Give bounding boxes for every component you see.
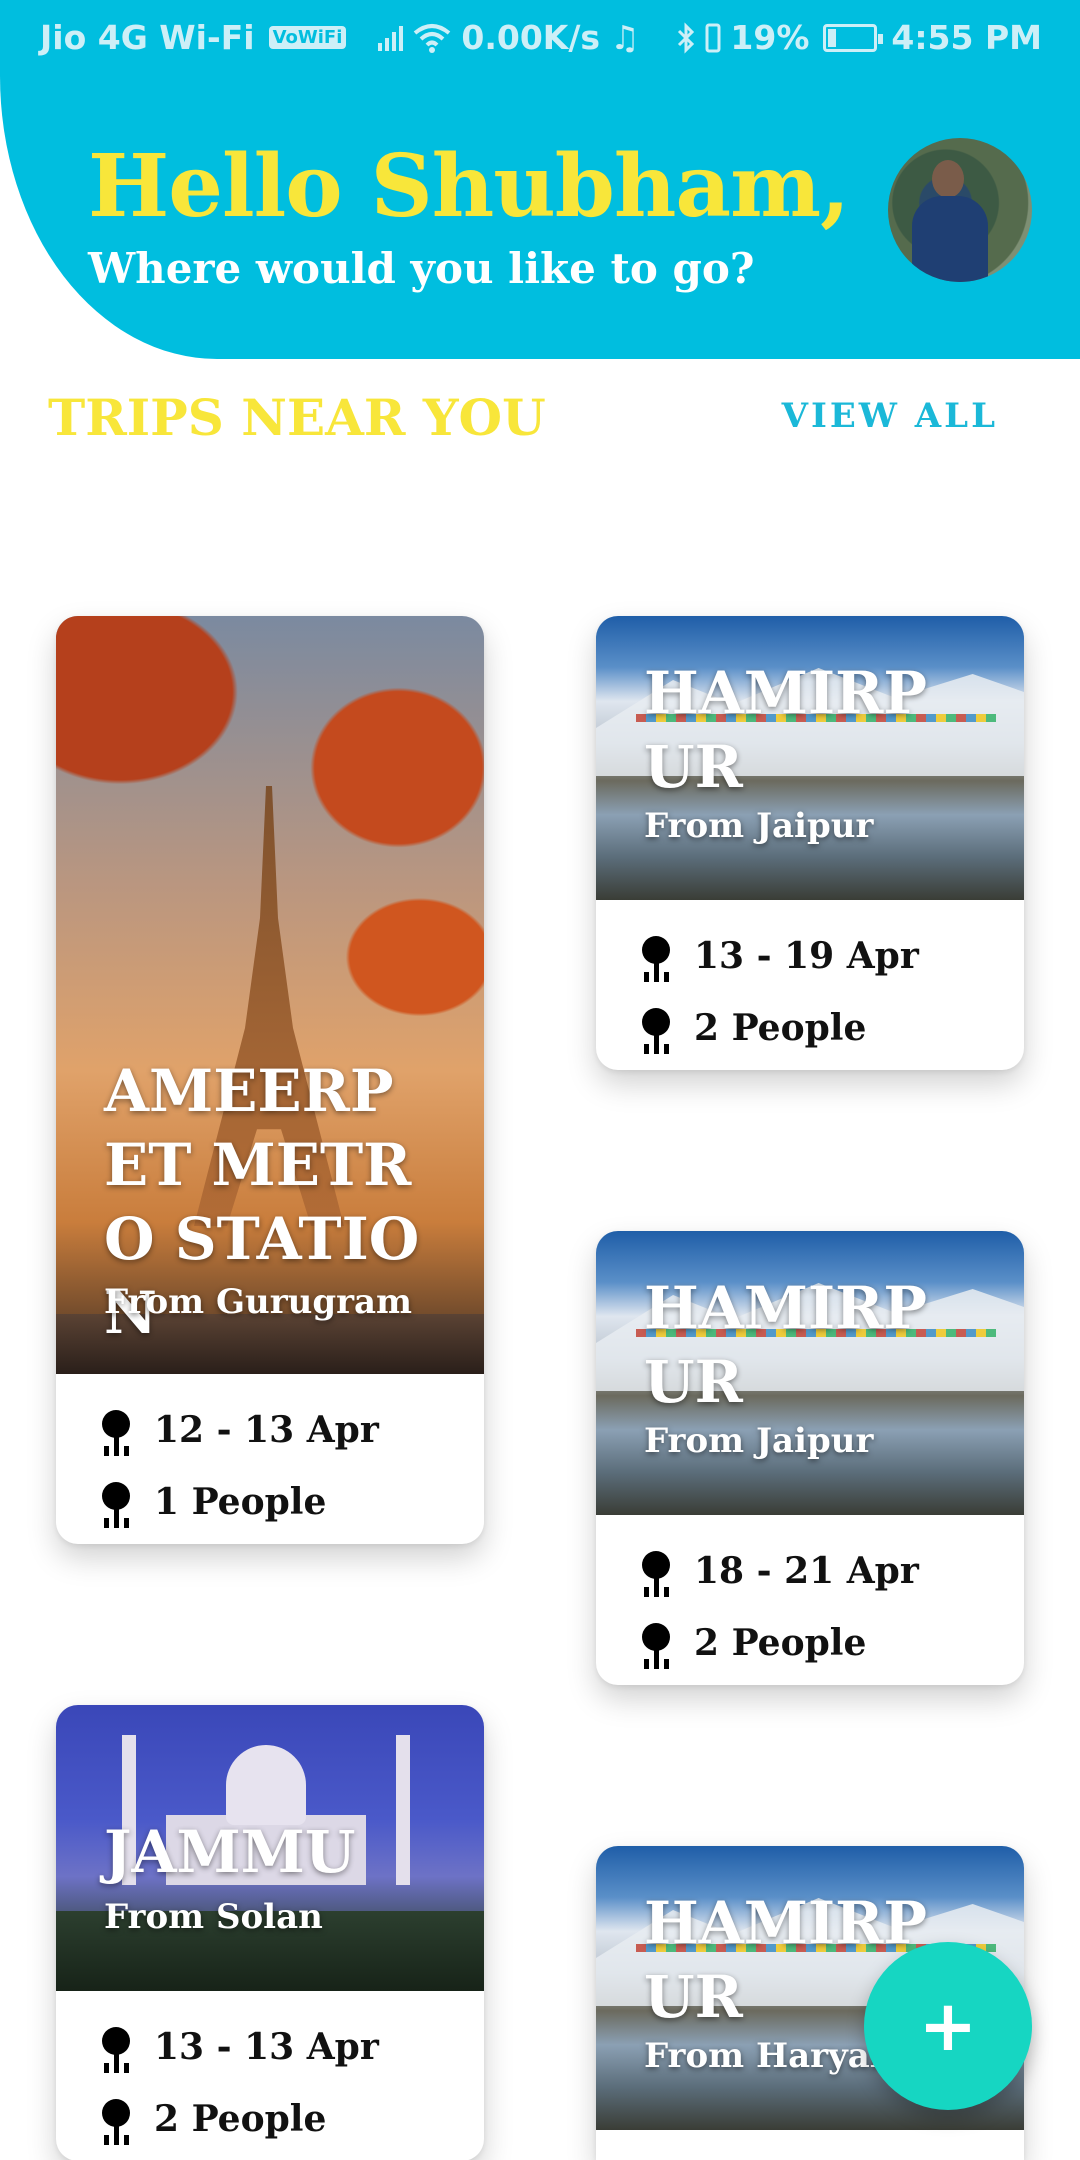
clock: 4:55 PM — [891, 18, 1042, 57]
trip-title: JAMMU — [104, 1818, 356, 1886]
trip-details: 12 - 13 Apr 1 People — [56, 1374, 484, 1544]
location-pin-icon — [640, 1623, 672, 1663]
trip-details: 18 - 21 Apr 2 People — [596, 1515, 1024, 1685]
trip-origin: From Solan — [104, 1897, 323, 1937]
trip-origin: From Jaipur — [644, 1421, 874, 1461]
add-trip-button[interactable]: + — [864, 1942, 1032, 2110]
location-pin-icon — [640, 1008, 672, 1048]
trip-people: 2 People — [694, 1622, 867, 1664]
trip-title: HAMIRPUR — [644, 659, 927, 801]
trip-image: HAMIRPUR From Jaipur — [596, 1231, 1024, 1515]
trip-details: 13 - 13 Apr 2 People — [56, 1991, 484, 2160]
trip-card[interactable]: HAMIRPUR From Jaipur 13 - 19 Apr 2 Peopl… — [596, 616, 1024, 1070]
trip-origin: From Gurugram — [104, 1282, 413, 1322]
trip-people-row: 2 People — [640, 992, 1024, 1064]
trip-dates-row: 18 - 21 Apr — [640, 1535, 1024, 1607]
header: Hello Shubham, Where would you like to g… — [0, 76, 1080, 359]
greeting-title: Hello Shubham, — [88, 136, 850, 237]
trip-dates: 13 - 19 Apr — [694, 935, 919, 977]
greeting-subtitle: Where would you like to go? — [88, 244, 755, 293]
trip-dates-row: 13 - 13 Apr — [100, 2011, 484, 2083]
trip-image: HAMIRPUR From Jaipur — [596, 616, 1024, 900]
location-pin-icon — [100, 2027, 132, 2067]
vowifi-badge: VoWiFi — [268, 26, 347, 49]
trip-dates: 13 - 13 Apr — [154, 2026, 379, 2068]
network-speed: 0.00K/s — [461, 18, 601, 57]
trip-card[interactable]: HAMIRPUR From Jaipur 18 - 21 Apr 2 Peopl… — [596, 1231, 1024, 1685]
trip-card[interactable]: JAMMU From Solan 13 - 13 Apr 2 People — [56, 1705, 484, 2160]
trip-dates: 12 - 13 Apr — [154, 1409, 379, 1451]
plus-icon: + — [918, 1985, 978, 2067]
signal-icon — [378, 25, 404, 51]
battery-percent: 19% — [730, 18, 810, 57]
trip-people-row: 1 People — [100, 1466, 484, 1538]
trip-people: 2 People — [694, 1007, 867, 1049]
status-left: Jio 4G Wi-Fi VoWiFi 0.00K/s ♫ — [40, 18, 640, 57]
view-all-link[interactable]: VIEW ALL — [782, 396, 998, 436]
trip-image: AMEERPET METRO STATION From Gurugram — [56, 616, 484, 1374]
location-pin-icon — [100, 2099, 132, 2139]
trip-details: 13 - 19 Apr 2 People — [596, 900, 1024, 1070]
status-right: 19% 4:55 PM — [676, 18, 1042, 57]
location-pin-icon — [640, 1551, 672, 1591]
trip-card[interactable]: AMEERPET METRO STATION From Gurugram 12 … — [56, 616, 484, 1544]
trip-title: HAMIRPUR — [644, 1274, 927, 1416]
trip-dates: 18 - 21 Apr — [694, 1550, 919, 1592]
trip-people: 1 People — [154, 1481, 327, 1523]
location-pin-icon — [640, 936, 672, 976]
trip-dates-row: 13 - 19 Apr — [640, 920, 1024, 992]
carrier-label: Jio 4G Wi-Fi — [40, 18, 255, 57]
section-title: TRIPS NEAR YOU — [48, 388, 546, 447]
location-pin-icon — [100, 1482, 132, 1522]
trip-image: JAMMU From Solan — [56, 1705, 484, 1991]
wifi-icon — [414, 23, 451, 53]
music-icon: ♫ — [610, 18, 640, 57]
trip-origin: From Jaipur — [644, 806, 874, 846]
battery-icon — [823, 23, 884, 52]
location-pin-icon — [100, 1410, 132, 1450]
avatar[interactable] — [888, 138, 1032, 282]
vibrate-icon — [705, 23, 721, 52]
trip-people-row: 2 People — [100, 2083, 484, 2155]
trip-people-row: 2 People — [640, 1607, 1024, 1679]
trip-dates-row: 12 - 13 Apr — [100, 1394, 484, 1466]
trip-people: 2 People — [154, 2098, 327, 2140]
status-bar: Jio 4G Wi-Fi VoWiFi 0.00K/s ♫ 19% 4:55 P… — [0, 0, 1080, 76]
bluetooth-icon — [678, 21, 695, 54]
